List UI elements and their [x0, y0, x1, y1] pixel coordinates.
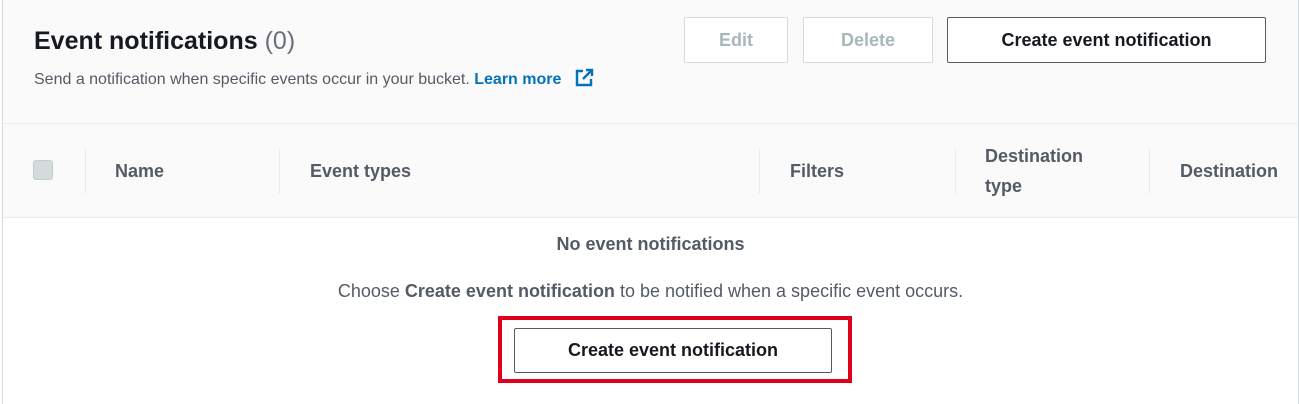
panel-title: Event notifications (0) [34, 27, 295, 56]
notification-count: (0) [264, 27, 296, 55]
panel-description: Send a notification when specific events… [34, 68, 594, 89]
column-divider [955, 148, 956, 194]
column-label: Destination [1180, 160, 1279, 181]
column-divider [279, 148, 280, 194]
select-all-checkbox[interactable] [33, 160, 53, 180]
column-header-destination-type[interactable]: Destination type [985, 124, 1135, 218]
column-divider [1149, 148, 1150, 194]
column-header-name[interactable]: Name [115, 124, 275, 218]
column-label: Destination type [985, 146, 1084, 196]
delete-button[interactable]: Delete [803, 17, 933, 63]
empty-state-create-button[interactable]: Create event notification [514, 328, 832, 373]
column-header-filters[interactable]: Filters [790, 124, 950, 218]
column-label: Filters [790, 160, 845, 181]
learn-more-label: Learn more [474, 71, 562, 88]
column-header-destination[interactable]: Destination [1180, 124, 1298, 218]
column-label: Name [115, 160, 165, 181]
edit-button[interactable]: Edit [684, 17, 788, 63]
column-label: Event types [310, 160, 412, 181]
learn-more-link[interactable]: Learn more [474, 68, 594, 88]
description-text: Send a notification when specific events… [34, 71, 470, 88]
column-divider [759, 148, 760, 194]
empty-state-title: No event notifications [556, 234, 745, 254]
table-header: Name Event types Filters Destination typ… [3, 124, 1298, 218]
column-header-event-types[interactable]: Event types [310, 124, 750, 218]
empty-desc-prefix: Choose [337, 281, 405, 301]
create-event-notification-button[interactable]: Create event notification [947, 17, 1266, 63]
empty-desc-suffix: to be notified when a specific event occ… [614, 281, 964, 301]
panel-title-text: Event notifications [34, 27, 258, 55]
empty-state-description: Choose Create event notification to be n… [3, 281, 1298, 302]
panel-header: Event notifications (0) Send a notificat… [3, 0, 1298, 124]
column-divider [85, 148, 86, 194]
event-notifications-panel: Event notifications (0) Send a notificat… [2, 0, 1299, 404]
empty-desc-bold: Create event notification [404, 281, 615, 301]
external-link-icon [575, 68, 594, 87]
